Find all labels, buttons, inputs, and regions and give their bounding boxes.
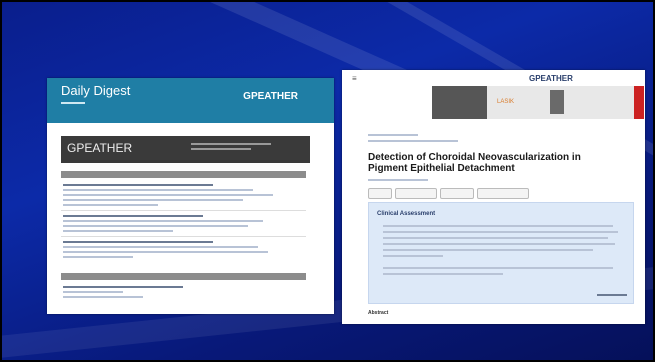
action-button[interactable] — [440, 188, 474, 199]
box-title: Clinical Assessment — [377, 211, 436, 217]
article-title: Detection of Choroidal Neovascularizatio… — [368, 152, 581, 174]
divider — [61, 210, 306, 211]
text-line — [383, 225, 613, 227]
digest-headline[interactable] — [63, 184, 213, 186]
banner-brand: GPEATHER — [67, 141, 133, 155]
text-line — [63, 296, 143, 298]
breadcrumb[interactable] — [368, 134, 418, 136]
text-line — [383, 249, 593, 251]
text-line — [63, 251, 268, 253]
text-line — [63, 225, 248, 227]
text-line — [63, 230, 173, 232]
text-line — [63, 189, 253, 191]
article-authors — [368, 179, 428, 181]
article-meta — [368, 140, 458, 142]
text-line — [383, 237, 608, 239]
ad-banner[interactable]: LASIK — [432, 86, 644, 119]
ad-text: LASIK — [497, 99, 515, 105]
text-line — [63, 199, 243, 201]
digest-headline[interactable] — [63, 241, 213, 243]
ad-image — [432, 86, 487, 119]
digest-logo: GPEATHER — [243, 91, 298, 102]
digest-header: Daily Digest GPEATHER — [47, 78, 334, 123]
digest-title: Daily Digest — [61, 83, 131, 98]
slide-background: Daily Digest GPEATHER GPEATHER ≡ GPEATHE… — [0, 0, 655, 362]
digest-subtitle — [61, 100, 85, 106]
divider — [61, 236, 306, 237]
read-more-link[interactable] — [597, 292, 627, 297]
text-line — [63, 256, 133, 258]
banner-tagline — [191, 143, 301, 150]
clinical-assessment-box: Clinical Assessment — [368, 202, 634, 304]
text-line — [383, 243, 615, 245]
text-line — [383, 231, 618, 233]
text-line — [383, 267, 613, 269]
digest-headline[interactable] — [63, 286, 183, 288]
text-line — [63, 291, 123, 293]
ad-product-image — [550, 90, 564, 114]
text-line — [383, 273, 503, 275]
ad-arrow — [634, 86, 644, 119]
digest-headline[interactable] — [63, 215, 203, 217]
hamburger-icon[interactable]: ≡ — [352, 74, 357, 83]
article-logo[interactable]: GPEATHER — [529, 74, 573, 83]
text-line — [383, 255, 443, 257]
digest-section-header — [61, 171, 306, 178]
action-button[interactable] — [368, 188, 392, 199]
action-button[interactable] — [477, 188, 529, 199]
text-line — [63, 204, 158, 206]
daily-digest-screenshot: Daily Digest GPEATHER GPEATHER — [47, 78, 334, 314]
action-button[interactable] — [395, 188, 437, 199]
section-label: Abstract — [368, 310, 389, 316]
digest-section-header — [61, 273, 306, 280]
text-line — [63, 194, 273, 196]
article-page-screenshot: ≡ GPEATHER LASIK Detection of Choroidal … — [342, 70, 645, 324]
digest-banner: GPEATHER — [61, 136, 310, 163]
text-line — [63, 246, 258, 248]
text-line — [63, 220, 263, 222]
